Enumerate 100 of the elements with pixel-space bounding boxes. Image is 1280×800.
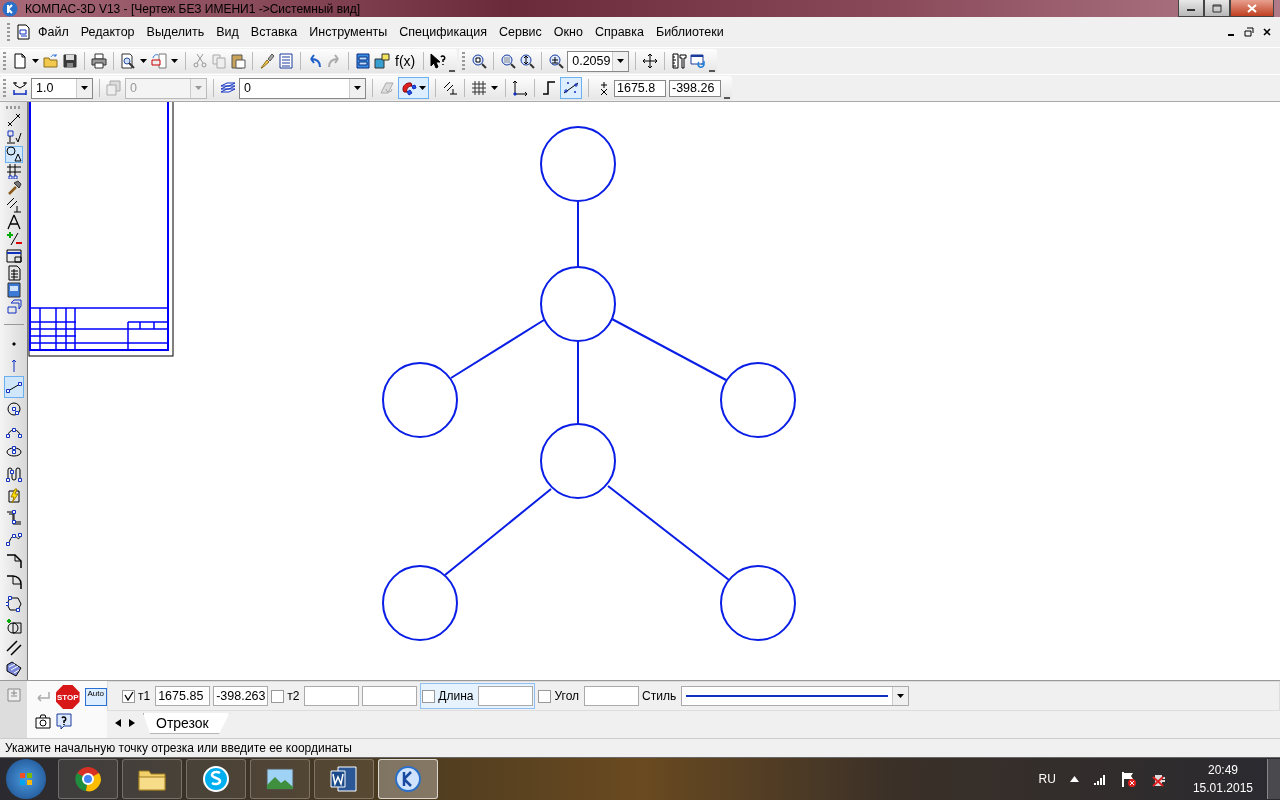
list-icon[interactable] (278, 53, 294, 69)
help-icon[interactable] (56, 713, 72, 729)
taskbar-button[interactable] (58, 759, 118, 799)
snapping-toggle[interactable] (398, 77, 429, 99)
base-mark-icon[interactable] (5, 129, 22, 146)
taskbar-button[interactable] (314, 759, 374, 799)
circle-square-icon[interactable] (5, 617, 22, 634)
dimension-icon[interactable] (5, 112, 22, 129)
fillet-icon[interactable] (5, 574, 22, 591)
plus-minus-icon[interactable] (5, 231, 22, 248)
menu-item[interactable]: Файл (33, 25, 74, 39)
input-field[interactable] (478, 686, 534, 706)
clock-date[interactable]: 15.01.2015 (1192, 779, 1253, 797)
zoom-scale-icon[interactable] (519, 53, 536, 69)
caret-icon[interactable] (491, 86, 498, 90)
geometry-icon[interactable] (5, 146, 22, 163)
minimize-button[interactable] (1178, 0, 1204, 17)
refresh-window-icon[interactable] (690, 53, 707, 69)
cubes-icon[interactable] (5, 299, 22, 316)
preview-icon[interactable] (120, 53, 136, 69)
cabinet-icon[interactable] (355, 53, 371, 69)
restore-icon[interactable] (1244, 27, 1254, 37)
perpendicular-icon[interactable] (5, 197, 22, 214)
menu-item[interactable]: Вставка (245, 25, 303, 39)
clock-time[interactable]: 20:49 (1207, 761, 1238, 779)
zoom-window-icon[interactable] (471, 53, 488, 69)
checkbox[interactable] (271, 689, 285, 703)
page-layout-icon[interactable] (151, 53, 167, 69)
axes-icon[interactable] (512, 80, 528, 96)
segment-icon[interactable] (5, 379, 22, 396)
show-hidden-icons-icon[interactable] (1069, 776, 1079, 782)
cursor-step-icon[interactable] (12, 80, 28, 96)
taskbar-button[interactable] (122, 759, 182, 799)
menu-item[interactable]: Выделить (141, 25, 210, 39)
angle-snap-icon[interactable] (442, 80, 458, 96)
close-icon[interactable] (1262, 27, 1272, 37)
window-panel-icon[interactable] (5, 282, 22, 299)
formula-button[interactable]: f(x) (393, 53, 418, 69)
spline-icon[interactable] (5, 531, 22, 547)
step-dropdown[interactable]: 1.0 (31, 77, 93, 99)
hexagon-icon[interactable] (5, 596, 22, 613)
tab[interactable]: Отрезок (143, 712, 230, 734)
document-menu-icon[interactable] (15, 24, 31, 40)
scroll-left-icon[interactable] (115, 719, 121, 727)
circle-icon[interactable] (5, 400, 22, 417)
language-indicator[interactable]: RU (1038, 772, 1056, 786)
checkbox[interactable] (422, 689, 436, 703)
scroll-right-icon[interactable] (129, 719, 135, 727)
grid-params-icon[interactable] (5, 163, 22, 180)
paste-icon[interactable] (230, 53, 246, 69)
line-style-dropdown[interactable] (681, 686, 910, 706)
checkbox[interactable] (122, 689, 135, 703)
menu-item[interactable]: Инструменты (304, 25, 393, 39)
magnet-icon[interactable] (401, 80, 417, 96)
checkbox[interactable] (538, 689, 552, 703)
signal-icon[interactable] (1092, 773, 1107, 785)
parallel-lines-icon[interactable] (5, 639, 22, 656)
show-desktop-button[interactable] (1267, 759, 1280, 799)
input-field[interactable]: 1675.85 (155, 686, 211, 706)
taskbar-button[interactable] (250, 759, 310, 799)
close-button[interactable] (1230, 0, 1274, 17)
menu-item[interactable]: Справка (589, 25, 649, 39)
zoom-icon[interactable] (500, 53, 517, 69)
input-field[interactable] (362, 686, 418, 706)
caret-icon[interactable] (171, 59, 178, 63)
hatch-icon[interactable] (5, 661, 22, 678)
menu-item[interactable]: Библиотеки (650, 25, 729, 39)
new-document-icon[interactable] (12, 53, 28, 69)
y-coordinate-field[interactable]: -398.26 (669, 79, 721, 97)
pan-icon[interactable] (642, 53, 659, 69)
taskbar-button[interactable] (378, 759, 438, 799)
input-field[interactable]: -398.263 (213, 686, 269, 706)
undo-icon[interactable] (307, 53, 323, 69)
compass-icon[interactable] (5, 214, 22, 231)
input-field[interactable] (304, 686, 360, 706)
maximize-button[interactable] (1204, 0, 1230, 17)
input-field[interactable] (584, 686, 640, 706)
menu-item[interactable]: Вид (211, 25, 244, 39)
caret-icon[interactable] (140, 59, 147, 63)
save-icon[interactable] (62, 53, 78, 69)
flag-icon[interactable] (1120, 771, 1137, 787)
stop-button[interactable]: STOP (56, 685, 80, 709)
menu-item[interactable]: Редактор (75, 25, 140, 39)
measure-icon[interactable] (671, 53, 688, 69)
layer-dropdown[interactable]: 0 (239, 77, 366, 99)
zoom-dropdown[interactable]: 0.2059 (567, 50, 630, 72)
camera-icon[interactable] (35, 713, 51, 729)
grid-icon[interactable] (471, 80, 487, 96)
table-page-icon[interactable] (5, 265, 22, 282)
ortho-icon[interactable] (541, 80, 557, 96)
zoom-in-icon[interactable] (548, 53, 565, 69)
wave-polyline-icon[interactable] (5, 465, 22, 482)
menu-item[interactable]: Сервис (494, 25, 547, 39)
menu-item[interactable]: Окно (548, 25, 588, 39)
layers-icon[interactable] (220, 80, 236, 96)
view-frame-icon[interactable] (5, 248, 22, 265)
auto-button[interactable]: Auto (84, 688, 107, 706)
caret-icon[interactable] (32, 59, 39, 63)
printer-icon[interactable] (91, 53, 107, 69)
chamfer-icon[interactable] (5, 552, 22, 569)
